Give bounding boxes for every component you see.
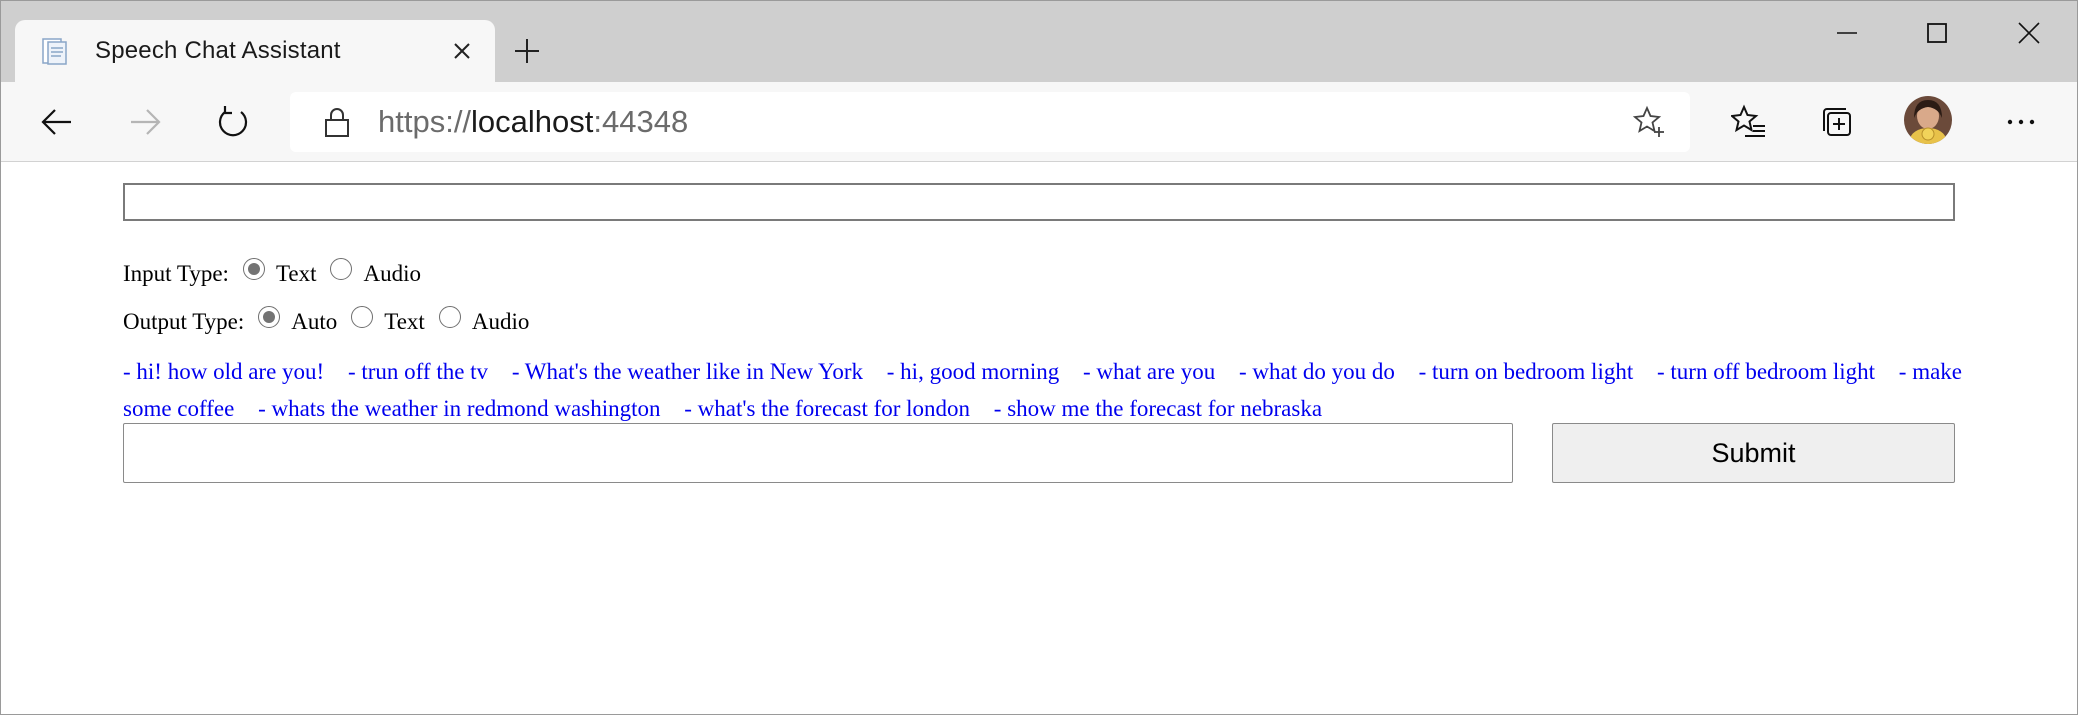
maximize-icon[interactable] <box>1917 15 1957 51</box>
url-port: :44348 <box>593 104 689 139</box>
suggestion-links: - hi! how old are you! - trun off the tv… <box>123 353 1963 427</box>
output-type-auto-radio[interactable] <box>258 306 281 328</box>
input-type-text-radio[interactable] <box>242 258 265 280</box>
collections-icon[interactable] <box>1817 102 1857 142</box>
suggestion-link[interactable]: - what do you do <box>1239 359 1395 384</box>
input-type-audio-label: Audio <box>363 261 421 286</box>
output-type-label: Output Type: <box>123 309 245 334</box>
page-favicon-icon <box>39 36 69 66</box>
profile-avatar[interactable] <box>1904 96 1952 144</box>
favorites-icon[interactable] <box>1729 102 1769 142</box>
output-type-audio-label: Audio <box>471 309 530 334</box>
input-type-audio-radio[interactable] <box>330 258 353 280</box>
suggestion-link[interactable]: - trun off the tv <box>348 359 488 384</box>
input-type-text-label: Text <box>275 261 317 286</box>
output-type-text-radio[interactable] <box>351 306 374 328</box>
address-bar[interactable]: https://localhost:44348 <box>290 92 1690 152</box>
more-icon[interactable] <box>2001 102 2041 142</box>
url-host: localhost <box>471 104 594 139</box>
output-type-text-label: Text <box>384 309 425 334</box>
suggestion-link[interactable]: - What's the weather like in New York <box>512 359 863 384</box>
new-tab-icon[interactable] <box>511 35 543 67</box>
suggestion-link[interactable]: - turn on bedroom light <box>1419 359 1634 384</box>
url-text: https://localhost:44348 <box>378 105 688 139</box>
star-plus-icon[interactable] <box>1632 105 1666 139</box>
close-tab-icon[interactable] <box>447 36 477 66</box>
output-type-audio-radio[interactable] <box>438 306 461 328</box>
output-type-group: Output Type: Auto Text Audio <box>123 306 530 335</box>
suggestion-link[interactable]: - turn off bedroom light <box>1657 359 1875 384</box>
suggestion-link[interactable]: - what's the forecast for london <box>684 396 970 421</box>
minimize-icon[interactable] <box>1827 15 1867 51</box>
browser-window: Speech Chat Assistant https://localhost:… <box>0 0 2078 715</box>
close-window-icon[interactable] <box>2009 15 2049 51</box>
suggestion-link[interactable]: - what are you <box>1083 359 1215 384</box>
lock-icon[interactable] <box>320 105 354 139</box>
browser-toolbar: https://localhost:44348 <box>1 82 2077 162</box>
conversation-output-box <box>123 183 1955 221</box>
suggestion-link[interactable]: - whats the weather in redmond washingto… <box>258 396 660 421</box>
forward-arrow-icon[interactable] <box>125 102 165 142</box>
refresh-icon[interactable] <box>213 102 253 142</box>
page-content: Input Type: Text Audio Output Type: Auto… <box>1 162 2077 714</box>
submit-button[interactable]: Submit <box>1552 423 1955 483</box>
message-input[interactable] <box>123 423 1513 483</box>
output-type-auto-label: Auto <box>291 309 338 334</box>
tab-strip: Speech Chat Assistant <box>1 1 2077 82</box>
suggestion-link[interactable]: - hi! how old are you! <box>123 359 324 384</box>
url-scheme: https:// <box>378 104 472 139</box>
suggestion-link[interactable]: - show me the forecast for nebraska <box>994 396 1322 421</box>
back-arrow-icon[interactable] <box>37 102 77 142</box>
input-type-group: Input Type: Text Audio <box>123 258 421 287</box>
suggestion-link[interactable]: - hi, good morning <box>887 359 1060 384</box>
input-type-label: Input Type: <box>123 261 229 286</box>
tab-speech-chat-assistant[interactable]: Speech Chat Assistant <box>15 20 495 82</box>
tab-title: Speech Chat Assistant <box>95 37 341 64</box>
